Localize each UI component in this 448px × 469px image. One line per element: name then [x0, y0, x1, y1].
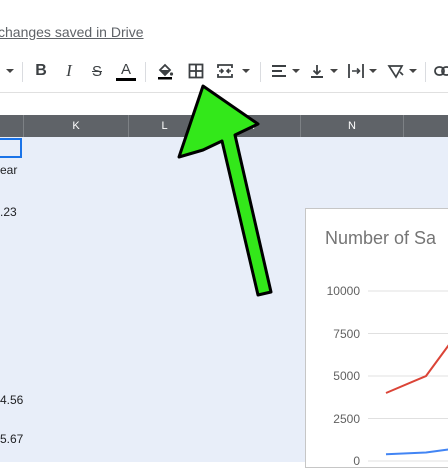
arrow-icon	[177, 84, 273, 297]
annotation-arrow	[177, 84, 273, 297]
